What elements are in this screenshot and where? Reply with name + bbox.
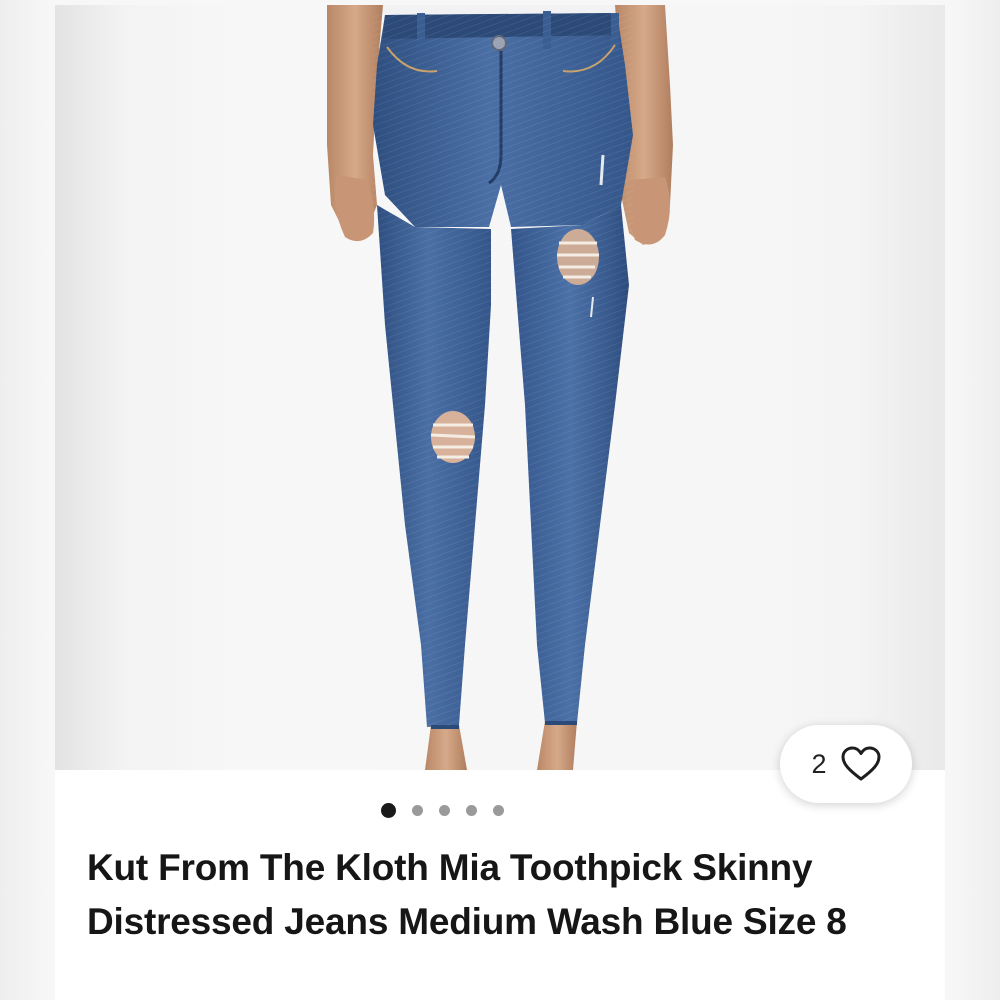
like-button[interactable]: 2 xyxy=(780,725,912,803)
carousel-dot-4[interactable] xyxy=(465,804,477,816)
listing-card: 2 Kut From The Kloth Mia Toothpick Skinn… xyxy=(55,5,945,1000)
product-photo[interactable] xyxy=(55,5,945,770)
like-count: 2 xyxy=(811,748,827,779)
carousel-dot-2[interactable] xyxy=(411,804,423,816)
listing-title: Kut From The Kloth Mia Toothpick Skinny … xyxy=(87,847,847,942)
image-carousel[interactable] xyxy=(55,5,945,770)
carousel-dot-3[interactable] xyxy=(438,804,450,816)
heart-outline-icon xyxy=(841,746,881,781)
carousel-dot-1[interactable] xyxy=(380,802,396,818)
carousel-pagination xyxy=(55,800,945,820)
carousel-dot-5[interactable] xyxy=(492,804,504,816)
